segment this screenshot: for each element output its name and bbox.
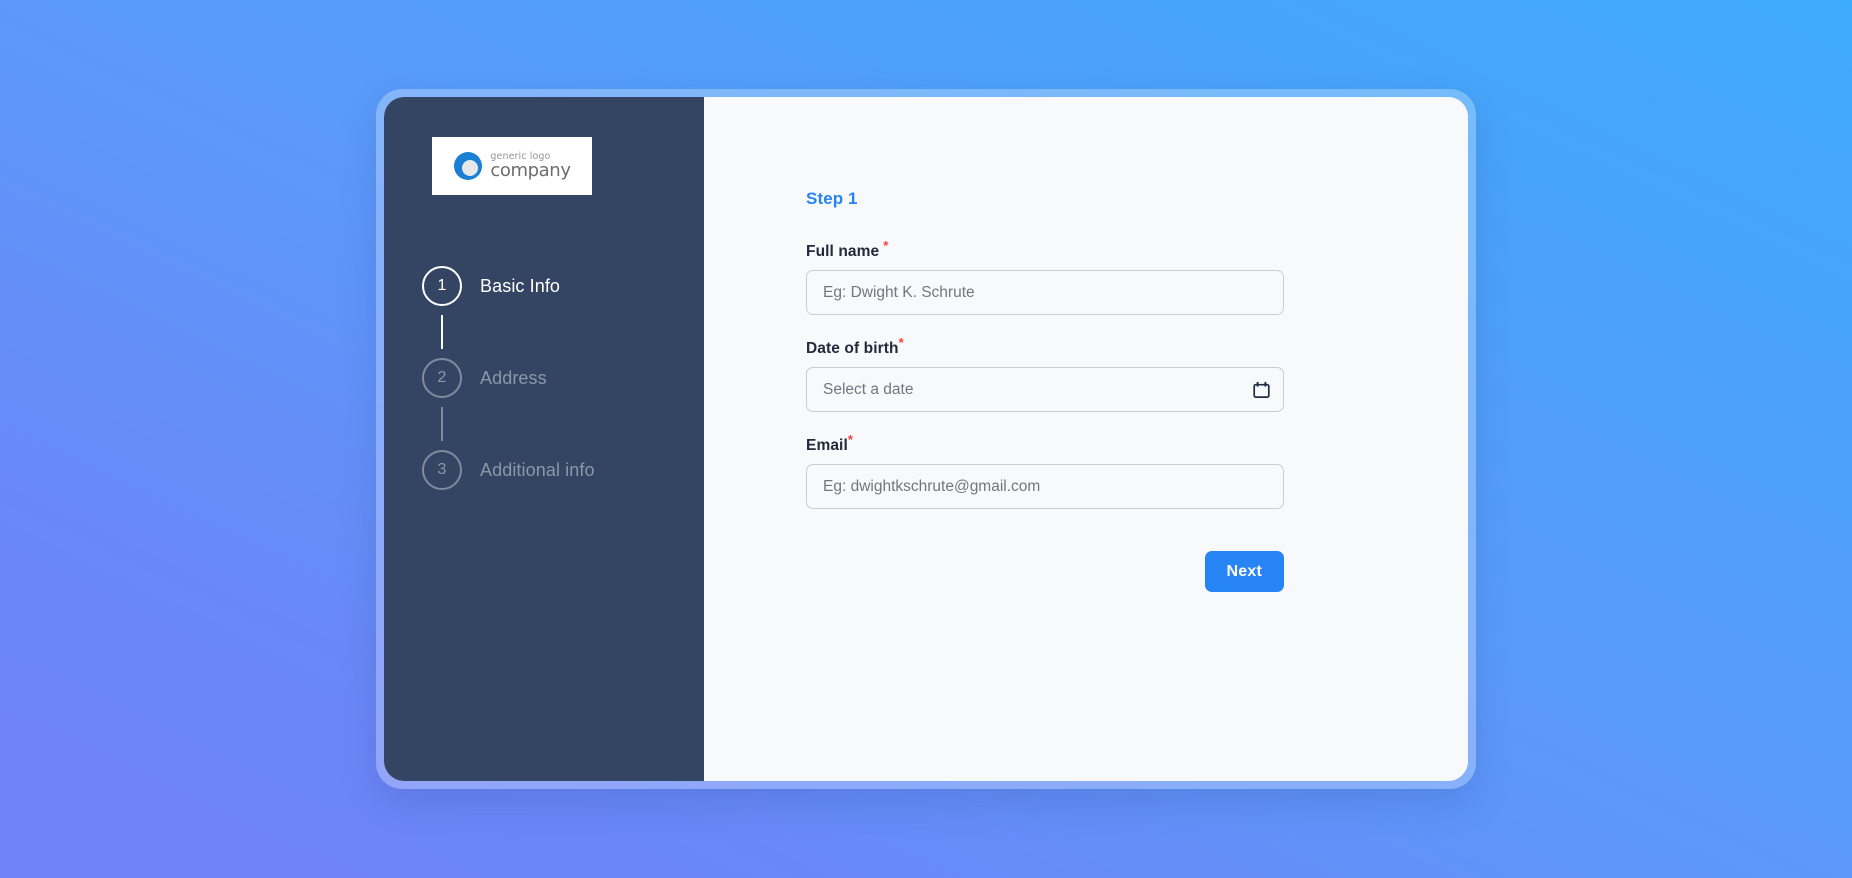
required-asterisk-date-of-birth: * [898,334,904,350]
step-navigation: 1 Basic Info 2 Address 3 Additional info [384,263,704,493]
field-date-of-birth: Date of birth* Select a date [806,336,1468,412]
date-of-birth-label: Date of birth* [806,336,904,358]
circle-ring-logo-icon [453,151,483,181]
form-card: generic logo company 1 Basic Info 2 Addr… [384,97,1468,781]
email-label-text: Email [806,437,848,454]
full-name-input[interactable]: Eg: Dwight K. Schrute [806,270,1284,315]
email-input[interactable]: Eg: dwightkschrute@gmail.com [806,464,1284,509]
step-connector-1-2 [441,315,443,349]
full-name-label: Full name * [806,239,888,261]
step-number-badge-2: 2 [422,358,462,398]
email-label: Email* [806,433,853,455]
step-label-2: Address [480,367,547,388]
sidebar-step-additional-info[interactable]: 3 Additional info [422,447,704,493]
date-of-birth-input-wrap: Select a date [806,367,1284,412]
required-asterisk-email: * [847,431,854,447]
step-connector-2-3 [441,407,443,441]
sidebar-step-address[interactable]: 2 Address [422,355,704,401]
step-number-badge-3: 3 [422,450,462,490]
full-name-input-wrap: Eg: Dwight K. Schrute [806,270,1284,315]
date-of-birth-input[interactable]: Select a date [806,367,1284,412]
step-number-badge-1: 1 [422,266,462,306]
step-label-3: Additional info [480,459,595,480]
card-halo: generic logo company 1 Basic Info 2 Addr… [376,89,1476,789]
field-email: Email* Eg: dwightkschrute@gmail.com [806,433,1468,509]
form-panel: Step 1 Full name * Eg: Dwight K. Schrute … [704,97,1468,781]
next-button[interactable]: Next [1204,551,1284,592]
company-logo: generic logo company [432,137,592,195]
field-full-name: Full name * Eg: Dwight K. Schrute [806,239,1468,315]
step-label-1: Basic Info [480,275,561,296]
email-input-wrap: Eg: dwightkschrute@gmail.com [806,464,1284,509]
required-asterisk-full-name: * [883,237,889,253]
logo-wordmark: generic logo company [490,152,571,182]
date-of-birth-label-text: Date of birth [806,340,899,357]
calendar-icon[interactable] [1253,381,1270,398]
logo-bottom-text: company [490,160,571,182]
sidebar: generic logo company 1 Basic Info 2 Addr… [384,97,704,781]
form-actions: Next [806,551,1284,592]
sidebar-step-basic-info[interactable]: 1 Basic Info [422,263,704,309]
full-name-label-text: Full name [806,243,880,260]
step-indicator: Step 1 [806,189,858,208]
